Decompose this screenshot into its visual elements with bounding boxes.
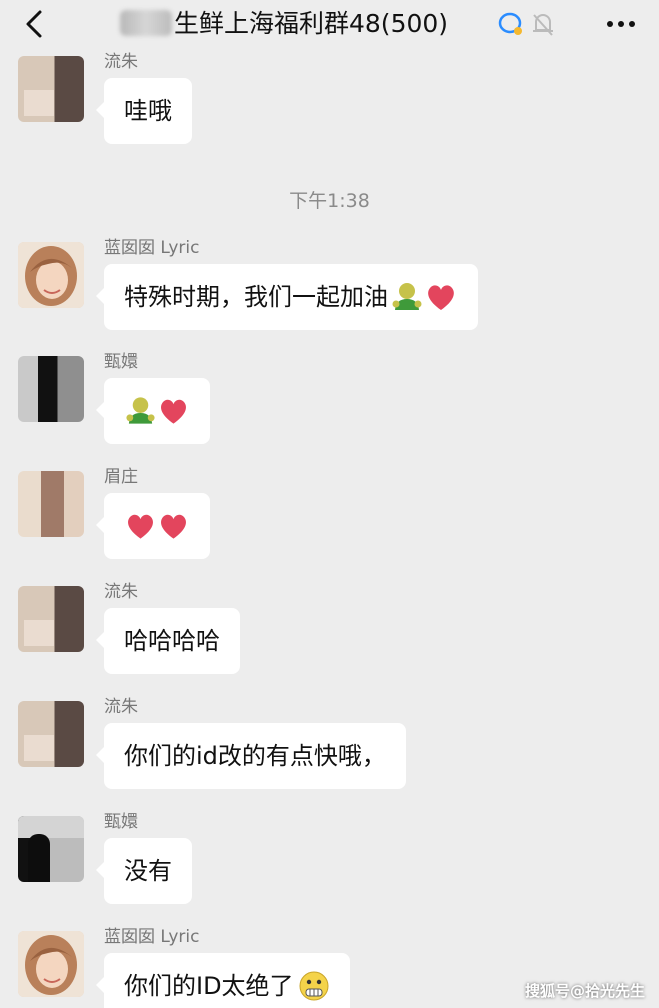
more-icon[interactable]: [603, 8, 639, 40]
sender-name: 甄嬛: [104, 352, 138, 372]
sender-name: 流朱: [104, 582, 138, 602]
sender-name: 蓝囡囡 Lyric: [104, 927, 200, 947]
chat-header: 生鲜上海福利群48(500): [0, 0, 659, 48]
message-bubble[interactable]: 哈哈哈哈: [96, 608, 240, 674]
group-chat-icon: [498, 12, 522, 35]
chat-title: 生鲜上海福利群48(500): [120, 8, 448, 40]
message-bubble[interactable]: [96, 493, 210, 559]
message-text: 你们的ID太绝了: [124, 972, 294, 1000]
avatar[interactable]: [18, 931, 84, 997]
message-text: 哇哦: [124, 97, 172, 125]
strong-icon: [126, 397, 155, 424]
avatar[interactable]: [18, 471, 84, 537]
blurred-title-prefix: [120, 10, 172, 36]
avatar[interactable]: [18, 356, 84, 422]
heart-icon: [161, 399, 186, 424]
sender-name: 流朱: [104, 697, 138, 717]
back-icon[interactable]: [18, 6, 54, 42]
chat-title-text: 生鲜上海福利群48(500): [174, 9, 449, 38]
sender-name: 眉庄: [104, 467, 138, 487]
avatar[interactable]: [18, 816, 84, 882]
message-bubble[interactable]: 你们的id改的有点快哦，: [96, 723, 406, 789]
message-text: 你们的id改的有点快哦，: [124, 742, 386, 770]
avatar[interactable]: [18, 586, 84, 652]
message-bubble[interactable]: [96, 378, 210, 444]
sender-name: 流朱: [104, 52, 138, 70]
message-bubble[interactable]: 哇哦: [96, 78, 192, 144]
mute-bell-icon: [533, 14, 553, 36]
watermark: 搜狐号@拾光先生: [524, 982, 645, 1000]
avatar[interactable]: [18, 56, 84, 122]
avatar[interactable]: [18, 242, 84, 308]
message-bubble[interactable]: 没有: [96, 838, 192, 904]
girl-avatar-image: [18, 242, 84, 308]
timestamp: 下午1:38: [289, 190, 370, 212]
sender-name: 甄嬛: [104, 812, 138, 832]
message-text: 没有: [124, 857, 172, 885]
message-text: 特殊时期，我们一起加油: [124, 283, 388, 311]
heart-icon: [128, 514, 153, 539]
avatar[interactable]: [18, 701, 84, 767]
message-text: 哈哈哈哈: [124, 627, 220, 655]
heart-icon: [428, 285, 454, 310]
title-status-icons: [498, 12, 553, 36]
message-bubble[interactable]: 你们的ID太绝了: [96, 953, 350, 1008]
message-bubble[interactable]: 特殊时期，我们一起加油: [96, 264, 478, 330]
girl-avatar-image: [18, 931, 84, 997]
sender-name: 蓝囡囡 Lyric: [104, 238, 200, 258]
grimace-icon: [299, 971, 329, 1001]
strong-icon: [392, 283, 422, 310]
heart-icon: [161, 514, 186, 539]
